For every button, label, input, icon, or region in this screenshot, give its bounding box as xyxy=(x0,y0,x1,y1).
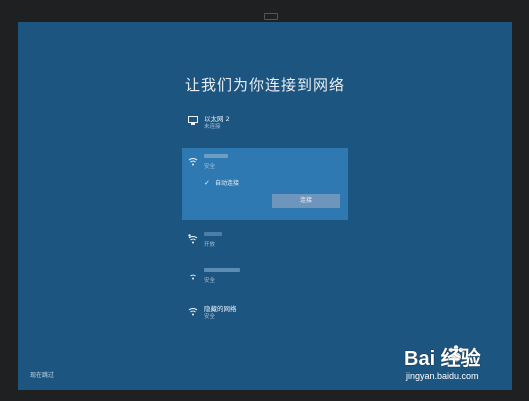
auto-connect-label: 自动连接 xyxy=(215,180,240,187)
skip-link[interactable]: 现在跳过 xyxy=(30,370,54,379)
network-name-redacted xyxy=(204,268,240,272)
watermark-brand: Bai 经验 xyxy=(404,348,481,370)
wifi-icon xyxy=(188,156,198,166)
network-item-hidden[interactable]: 隐藏的网络 安全 xyxy=(182,298,348,334)
network-status: 安全 xyxy=(204,314,216,320)
top-indicator xyxy=(264,13,278,20)
checkmark-icon: ✓ xyxy=(204,179,210,187)
watermark-url: jingyan.baidu.com xyxy=(406,371,479,381)
baidu-watermark: Bai 经验 jingyan.baidu.com xyxy=(390,340,510,390)
network-status: 未连接 xyxy=(204,124,221,130)
auto-connect-checkbox[interactable]: ✓ 自动连接 xyxy=(204,178,240,188)
wifi-icon xyxy=(188,270,198,280)
network-status: 安全 xyxy=(204,278,216,284)
ethernet-icon xyxy=(188,116,198,126)
wifi-icon xyxy=(188,306,198,316)
network-status: 安全 xyxy=(204,164,216,170)
network-status: 开放 xyxy=(204,242,216,248)
page-title: 让我们为你连接到网络 xyxy=(184,76,345,94)
connect-button[interactable]: 连接 xyxy=(272,194,340,208)
network-item-secure[interactable]: 安全 xyxy=(182,262,348,298)
network-list: 以太网 2 未连接 安全 ✓ 自动连接 连接 开放 安全 隐藏的网络 安全 xyxy=(182,108,348,334)
network-name-redacted xyxy=(204,154,228,158)
network-name-redacted xyxy=(204,232,222,236)
wifi-open-icon xyxy=(188,234,198,244)
network-item-ethernet[interactable]: 以太网 2 未连接 xyxy=(182,108,348,144)
network-item-open[interactable]: 开放 xyxy=(182,226,348,262)
network-item-selected[interactable]: 安全 ✓ 自动连接 连接 xyxy=(182,148,348,220)
